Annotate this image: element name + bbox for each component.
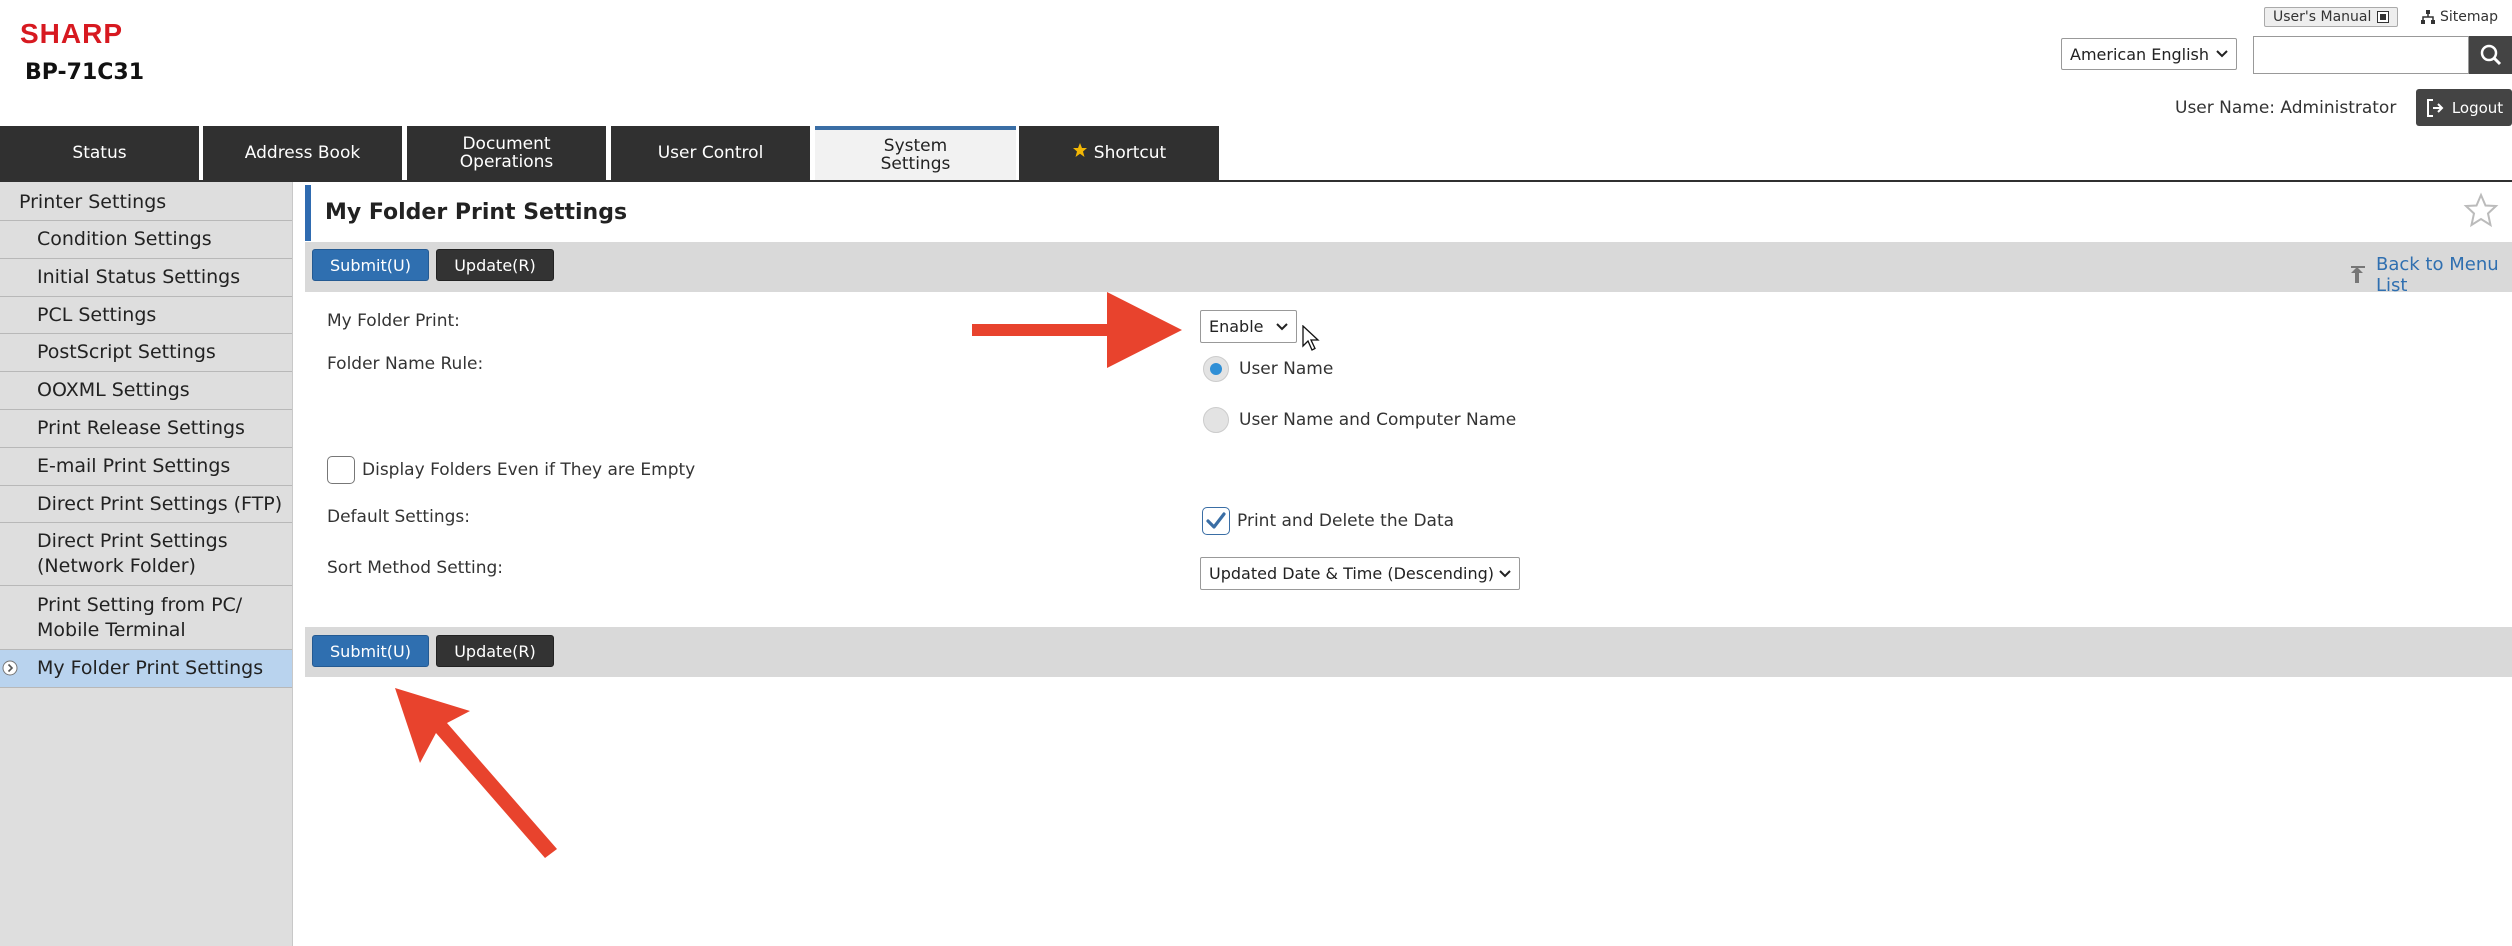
sidebar-item-label: Printer Settings: [19, 191, 167, 214]
page-title-bar: [305, 185, 2512, 241]
sidebar-item-label: PCL Settings: [37, 303, 157, 326]
sitemap-link[interactable]: Sitemap: [2420, 7, 2498, 27]
update-button-top[interactable]: Update(R): [436, 249, 554, 281]
submit-label: Submit(U): [330, 255, 411, 275]
search-icon: [2480, 44, 2502, 66]
sort-method-value: Updated Date & Time (Descending): [1209, 564, 1494, 583]
sidebar-item-initial-status-settings[interactable]: Initial Status Settings: [0, 259, 292, 297]
tab-status[interactable]: Status: [0, 126, 199, 181]
submit-label: Submit(U): [330, 641, 411, 661]
display-empty-folders-checkbox[interactable]: [327, 456, 355, 484]
radio-user-name-computer-label: User Name and Computer Name: [1239, 410, 1517, 430]
bottom-action-bar: [305, 627, 2512, 677]
update-label: Update(R): [454, 255, 536, 275]
print-and-delete-label: Print and Delete the Data: [1237, 511, 1455, 531]
annotation-arrow-up-left-icon: [395, 688, 565, 858]
folder-name-rule-label: Folder Name Rule:: [327, 354, 484, 374]
tab-label: Document Operations: [459, 133, 554, 172]
user-name-display: User Name: Administrator: [2175, 98, 2397, 118]
sidebar-item-direct-print-ftp[interactable]: Direct Print Settings (FTP): [0, 486, 292, 523]
users-manual-label: User's Manual: [2273, 9, 2372, 25]
chevron-down-icon: [2216, 50, 2228, 58]
users-manual-button[interactable]: User's Manual: [2264, 7, 2399, 27]
tab-label: Status: [72, 142, 127, 163]
sidebar-item-pcl-settings[interactable]: PCL Settings: [0, 297, 292, 334]
device-model: BP-71C31: [25, 60, 145, 85]
sidebar-item-ooxml-settings[interactable]: OOXML Settings: [0, 372, 292, 410]
tab-address-book[interactable]: Address Book: [203, 126, 402, 181]
sidebar-item-email-print-settings[interactable]: E-mail Print Settings: [0, 448, 292, 486]
back-to-menu-label: Back to Menu List: [2376, 254, 2499, 296]
radio-user-name[interactable]: User Name: [1203, 356, 1333, 382]
sidebar-item-my-folder-print-settings[interactable]: My Folder Print Settings: [0, 650, 292, 688]
chevron-right-circle-icon: [2, 660, 18, 676]
sidebar-item-label: Print Release Settings: [37, 417, 245, 440]
sidebar-item-label: My Folder Print Settings: [37, 657, 264, 680]
page-title: My Folder Print Settings: [325, 200, 628, 225]
sidebar-item-label: E-mail Print Settings: [37, 455, 231, 478]
sitemap-label: Sitemap: [2440, 9, 2498, 25]
radio-button-selected[interactable]: [1203, 356, 1229, 382]
tab-shortcut[interactable]: Shortcut: [1019, 126, 1219, 181]
sort-method-label: Sort Method Setting:: [327, 558, 504, 578]
logout-icon: [2425, 98, 2445, 118]
sidebar-item-label: Initial Status Settings: [37, 266, 241, 289]
sidebar-item-print-release-settings[interactable]: Print Release Settings: [0, 410, 292, 448]
sidebar-item-print-setting-from-pc[interactable]: Print Setting from PC/ Mobile Terminal: [0, 586, 292, 650]
sidebar-item-label: Condition Settings: [37, 228, 212, 251]
search-button[interactable]: [2469, 36, 2512, 74]
sidebar-item-label: Direct Print Settings (Network Folder): [37, 530, 228, 577]
radio-user-name-label: User Name: [1239, 359, 1334, 379]
favorite-star-icon[interactable]: [2463, 192, 2499, 228]
chevron-down-icon: [1499, 569, 1511, 578]
radio-button[interactable]: [1203, 407, 1229, 433]
back-to-menu-link[interactable]: Back to Menu List: [2348, 254, 2512, 296]
sort-method-select[interactable]: Updated Date & Time (Descending): [1200, 557, 1520, 590]
sidebar-item-label: Direct Print Settings (FTP): [37, 492, 283, 515]
sidebar-item-label: OOXML Settings: [37, 379, 190, 402]
sidebar-item-printer-settings[interactable]: Printer Settings: [0, 185, 292, 221]
sidebar-item-label: PostScript Settings: [37, 341, 216, 364]
tab-label: Address Book: [244, 142, 361, 163]
logout-button[interactable]: Logout: [2416, 89, 2512, 126]
language-value: American English: [2070, 44, 2209, 64]
sidebar-item-condition-settings[interactable]: Condition Settings: [0, 221, 292, 259]
update-button-bottom[interactable]: Update(R): [436, 635, 554, 667]
back-arrow-icon: [2348, 265, 2368, 285]
tab-label: User Control: [657, 142, 764, 163]
annotation-arrow-right-icon: [972, 292, 1182, 368]
tab-label: System Settings: [880, 136, 951, 174]
external-window-icon: [2377, 11, 2390, 23]
star-icon: [1072, 142, 1088, 158]
default-settings-label: Default Settings:: [327, 507, 470, 527]
radio-user-name-and-computer-name[interactable]: User Name and Computer Name: [1203, 407, 1516, 433]
search-input[interactable]: [2253, 36, 2469, 74]
checkmark-icon: [1206, 512, 1226, 530]
print-and-delete-option[interactable]: Print and Delete the Data: [1202, 507, 1454, 535]
tab-label: Shortcut: [1093, 142, 1167, 163]
top-action-bar: [305, 242, 2512, 292]
submit-button-bottom[interactable]: Submit(U): [312, 635, 429, 667]
display-empty-folders-option[interactable]: Display Folders Even if They are Empty: [327, 456, 695, 484]
chevron-down-icon: [1276, 322, 1288, 331]
my-folder-print-label: My Folder Print:: [327, 311, 460, 331]
tab-system-settings[interactable]: System Settings: [815, 126, 1016, 182]
logout-label: Logout: [2451, 98, 2504, 117]
display-empty-folders-label: Display Folders Even if They are Empty: [362, 460, 696, 480]
language-select[interactable]: American English: [2061, 38, 2237, 70]
sitemap-icon: [2420, 9, 2436, 25]
sidebar-item-postscript-settings[interactable]: PostScript Settings: [0, 334, 292, 372]
tab-bar-divider: [0, 180, 2512, 182]
update-label: Update(R): [454, 641, 536, 661]
my-folder-print-value: Enable: [1209, 317, 1264, 336]
sidebar-item-label: Print Setting from PC/ Mobile Terminal: [37, 593, 243, 641]
print-and-delete-checkbox[interactable]: [1202, 507, 1230, 535]
tab-document-operations[interactable]: Document Operations: [407, 126, 606, 181]
mouse-cursor-icon: [1302, 325, 1320, 351]
submit-button-top[interactable]: Submit(U): [312, 249, 429, 281]
sidebar-item-direct-print-network-folder[interactable]: Direct Print Settings (Network Folder): [0, 523, 292, 586]
my-folder-print-select[interactable]: Enable: [1200, 310, 1297, 343]
tab-user-control[interactable]: User Control: [611, 126, 810, 181]
sharp-logo: SHARP: [20, 18, 124, 49]
